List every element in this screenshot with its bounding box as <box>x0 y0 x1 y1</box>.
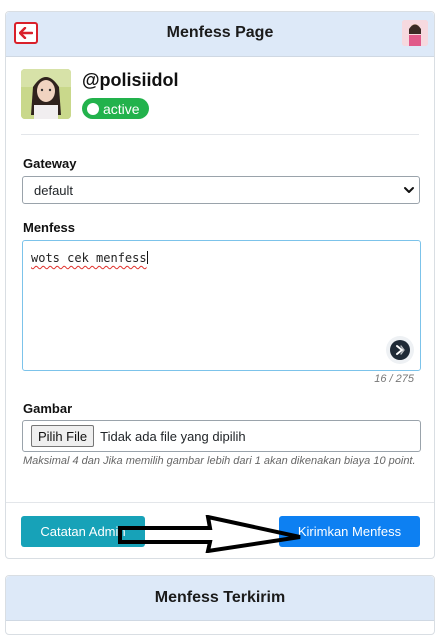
status-dot-icon <box>87 102 99 115</box>
char-counter: 16 / 275 <box>374 373 414 385</box>
sent-menfess-title: Menfess Terkirim <box>6 576 434 621</box>
file-status-text: Tidak ada file yang dipilih <box>100 428 246 444</box>
profile-username: @polisiidol <box>82 70 179 90</box>
grammar-assist-icon[interactable] <box>386 336 414 364</box>
gambar-label: Gambar <box>23 401 73 416</box>
sent-menfess-card: Menfess Terkirim <box>5 575 435 635</box>
header-avatar[interactable] <box>402 20 428 46</box>
text-caret <box>146 251 148 264</box>
gateway-label: Gateway <box>23 156 77 171</box>
card-header: Menfess Page <box>6 12 434 57</box>
menfess-textarea[interactable]: wots cek menfess <box>22 240 421 371</box>
file-hint-text: Maksimal 4 dan Jika memilih gambar lebih… <box>23 455 416 467</box>
profile-divider <box>21 134 419 135</box>
status-badge: active <box>82 98 149 119</box>
page-title: Menfess Page <box>166 24 274 41</box>
footer-divider <box>6 502 434 503</box>
image-file-input[interactable]: Pilih File Tidak ada file yang dipilih <box>22 420 421 452</box>
admin-notes-button[interactable]: Catatan Admin <box>21 516 145 547</box>
menfess-label: Menfess <box>23 220 76 235</box>
gateway-select[interactable]: default <box>22 176 420 204</box>
gateway-selected-value: default <box>34 182 74 198</box>
choose-file-button[interactable]: Pilih File <box>31 425 95 447</box>
profile-avatar <box>21 69 71 119</box>
chevron-down-icon <box>404 187 414 193</box>
menfess-form-card: Menfess Page @polisiidol active Gateway … <box>5 11 435 559</box>
menfess-text-value: wots cek menfess <box>31 251 147 265</box>
status-label: active <box>103 100 140 117</box>
send-menfess-button[interactable]: Kirimkan Menfess <box>279 516 420 547</box>
